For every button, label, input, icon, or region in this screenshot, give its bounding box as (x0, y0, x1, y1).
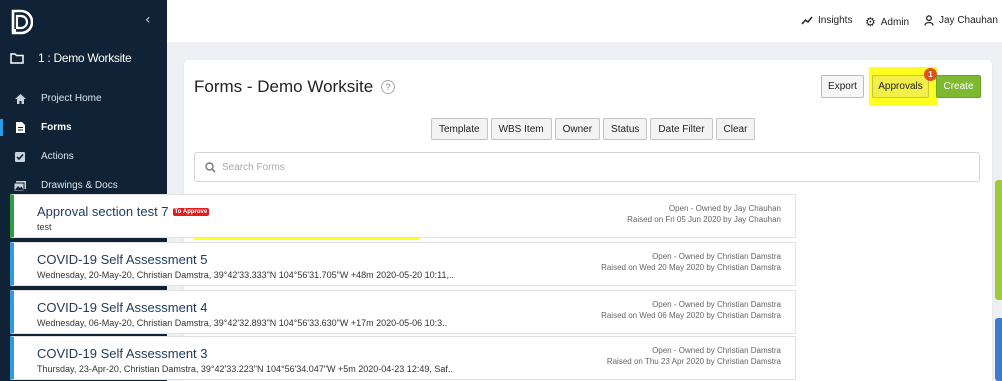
form-subtitle: Wednesday, 06-May-20, Christian Damstra,… (37, 318, 448, 328)
admin-link[interactable]: ⚙ Admin (865, 15, 909, 29)
form-title: Approval section test 7 To Approve (37, 204, 210, 219)
form-subtitle: Thursday, 23-Apr-20, Christian Damstra, … (37, 364, 453, 374)
user-label: Jay Chauhan (939, 15, 998, 26)
help-icon[interactable]: ? (381, 80, 396, 94)
form-row[interactable]: COVID-19 Self Assessment 4 Wednesday, 06… (10, 290, 796, 334)
sidebar-item-label: Forms (41, 122, 72, 133)
page-title: Forms - Demo Worksite ? (194, 77, 396, 97)
search-icon (205, 161, 216, 173)
form-title: COVID-19 Self Assessment 3 (37, 346, 208, 361)
checkbox-icon (13, 150, 27, 164)
workspace-selector[interactable]: 1 : Demo Worksite (10, 51, 160, 65)
form-status: Open - Owned by Christian Damstra (652, 346, 781, 355)
form-row[interactable]: COVID-19 Self Assessment 3 Thursday, 23-… (10, 336, 796, 380)
sidebar-nav: Project Home Forms Actions Drawings & Do… (0, 84, 167, 200)
filter-template-button[interactable]: Template (431, 118, 488, 140)
logo-icon[interactable] (9, 9, 33, 35)
folder-icon (10, 53, 24, 64)
form-raised: Raised on Wed 20 May 2020 by Christian D… (601, 263, 781, 272)
form-status: Open - Owned by Jay Chauhan (668, 204, 781, 213)
sidebar-item-actions[interactable]: Actions (0, 142, 167, 171)
approvals-button[interactable]: Approvals (872, 75, 929, 98)
side-tab-green[interactable] (995, 180, 1002, 300)
admin-label: Admin (880, 16, 910, 28)
workspace-label: 1 : Demo Worksite (38, 51, 132, 65)
page-title-text: Forms - Demo Worksite (194, 77, 374, 96)
form-raised: Raised on Thu 23 Apr 2020 by Christian D… (606, 357, 781, 366)
user-menu[interactable]: Jay Chauhan (924, 15, 998, 26)
document-icon (13, 121, 27, 135)
form-subtitle: Wednesday, 20-May-20, Christian Damstra,… (37, 270, 455, 280)
sidebar-item-project-home[interactable]: Project Home (0, 84, 167, 113)
form-subtitle: test (37, 222, 52, 232)
form-raised: Raised on Fri 05 Jun 2020 by Jay Chauhan (627, 215, 781, 224)
sidebar-item-forms[interactable]: Forms (0, 113, 167, 142)
filter-bar: Template WBS Item Owner Status Date Filt… (431, 118, 756, 140)
form-row[interactable]: Approval section test 7 To Approve test … (10, 194, 796, 238)
filter-wbs-item-button[interactable]: WBS Item (490, 118, 552, 140)
search-bar (194, 152, 980, 182)
home-icon (13, 92, 27, 106)
gear-icon: ⚙ (865, 15, 876, 29)
create-button[interactable]: Create (936, 75, 981, 98)
form-title: COVID-19 Self Assessment 4 (37, 300, 208, 315)
form-title: COVID-19 Self Assessment 5 (37, 252, 208, 267)
search-input[interactable] (222, 161, 962, 173)
sidebar-item-label: Project Home (41, 93, 102, 104)
side-tab-blue[interactable] (995, 318, 1002, 381)
form-meta: Open - Owned by Christian Damstra Raised… (607, 345, 781, 367)
images-icon (13, 179, 27, 193)
form-title-text: Approval section test 7 (37, 204, 169, 219)
sidebar-item-label: Actions (41, 151, 74, 162)
form-meta: Open - Owned by Jay Chauhan Raised on Fr… (627, 203, 781, 225)
insights-link[interactable]: Insights (801, 15, 852, 26)
form-status: Open - Owned by Christian Damstra (652, 300, 781, 309)
filter-date-button[interactable]: Date Filter (650, 118, 713, 140)
filter-owner-button[interactable]: Owner (554, 118, 601, 140)
form-status: Open - Owned by Christian Damstra (652, 252, 781, 261)
to-approve-badge: To Approve (172, 207, 210, 216)
top-bar: Insights ⚙ Admin Jay Chauhan (167, 0, 1002, 42)
export-button[interactable]: Export (821, 75, 864, 98)
form-row[interactable]: COVID-19 Self Assessment 5 Wednesday, 20… (10, 242, 796, 286)
filter-status-button[interactable]: Status (603, 118, 648, 140)
form-raised: Raised on Wed 06 May 2020 by Christian D… (601, 311, 781, 320)
form-meta: Open - Owned by Christian Damstra Raised… (601, 251, 781, 273)
form-meta: Open - Owned by Christian Damstra Raised… (601, 299, 781, 321)
clear-filters-button[interactable]: Clear (715, 118, 756, 140)
insights-label: Insights (818, 15, 853, 26)
sidebar-item-label: Drawings & Docs (41, 180, 118, 191)
trend-icon (801, 16, 813, 25)
collapse-sidebar-button[interactable]: ‹ (145, 12, 151, 28)
user-icon (924, 15, 934, 26)
